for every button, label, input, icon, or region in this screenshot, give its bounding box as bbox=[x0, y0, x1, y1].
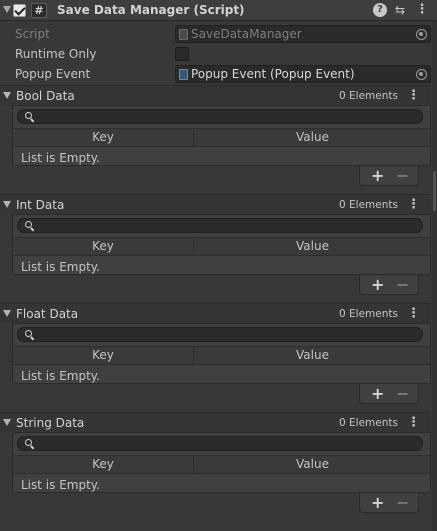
empty-list-text: List is Empty. bbox=[21, 478, 100, 492]
list-body: Key Value List is Empty. bbox=[12, 214, 431, 275]
column-header: Key Value bbox=[13, 455, 430, 474]
object-picker-icon[interactable] bbox=[416, 69, 427, 80]
key-column-header: Key bbox=[13, 348, 194, 365]
list-title: Bool Data bbox=[16, 89, 75, 103]
key-column-header: Key bbox=[13, 130, 194, 147]
popup-event-row: Popup Event Popup Event (Popup Event) bbox=[0, 64, 437, 84]
scrollbar-thumb[interactable] bbox=[433, 171, 436, 211]
script-field: SaveDataManager bbox=[175, 25, 431, 43]
fold-arrow-icon[interactable] bbox=[3, 92, 11, 99]
add-element-button[interactable]: + bbox=[371, 166, 384, 185]
list-title: Int Data bbox=[16, 198, 65, 212]
value-column-header: Value bbox=[296, 457, 329, 471]
fold-arrow-icon[interactable] bbox=[3, 201, 11, 208]
script-row: Script SaveDataManager bbox=[0, 24, 437, 44]
fold-arrow-icon[interactable] bbox=[3, 6, 11, 13]
list-header[interactable]: String Data 0 Elements ⋮ bbox=[0, 412, 431, 432]
list-footer: + − bbox=[359, 384, 419, 404]
script-file-icon bbox=[179, 29, 188, 40]
search-icon bbox=[25, 221, 32, 228]
kebab-menu-icon[interactable]: ⋮ bbox=[407, 306, 420, 321]
search-input[interactable] bbox=[17, 436, 423, 451]
column-header: Key Value bbox=[13, 237, 430, 256]
list-body: Key Value List is Empty. bbox=[12, 432, 431, 493]
value-column-header: Value bbox=[296, 348, 329, 362]
fold-arrow-icon[interactable] bbox=[3, 419, 11, 426]
remove-element-button[interactable]: − bbox=[396, 166, 409, 185]
fold-arrow-icon[interactable] bbox=[3, 310, 11, 317]
list-title: Float Data bbox=[16, 307, 79, 321]
element-count: 0 Elements bbox=[339, 417, 398, 429]
remove-element-button[interactable]: − bbox=[396, 275, 409, 294]
search-input[interactable] bbox=[17, 218, 423, 233]
element-count: 0 Elements bbox=[339, 199, 398, 211]
search-icon bbox=[25, 330, 32, 337]
runtime-only-checkbox[interactable] bbox=[175, 47, 189, 61]
column-header: Key Value bbox=[13, 346, 430, 365]
value-column-header: Value bbox=[296, 239, 329, 253]
runtime-only-label: Runtime Only bbox=[15, 47, 97, 61]
component-title: Save Data Manager (Script) bbox=[57, 3, 245, 17]
search-input[interactable] bbox=[17, 327, 423, 342]
search-icon bbox=[25, 439, 32, 446]
add-element-button[interactable]: + bbox=[371, 384, 384, 403]
remove-element-button[interactable]: − bbox=[396, 493, 409, 512]
popup-event-field[interactable]: Popup Event (Popup Event) bbox=[175, 65, 431, 83]
kebab-menu-icon[interactable]: ⋮ bbox=[415, 3, 429, 17]
list-header[interactable]: Bool Data 0 Elements ⋮ bbox=[0, 85, 431, 105]
kebab-menu-icon[interactable]: ⋮ bbox=[407, 88, 420, 103]
list-body: Key Value List is Empty. bbox=[12, 323, 431, 384]
list-footer: + − bbox=[359, 275, 419, 295]
kebab-menu-icon[interactable]: ⋮ bbox=[407, 415, 420, 430]
popup-event-label: Popup Event bbox=[15, 67, 91, 81]
runtime-only-row: Runtime Only bbox=[0, 44, 437, 64]
key-column-header: Key bbox=[13, 239, 194, 256]
component-enabled-checkbox[interactable] bbox=[13, 4, 26, 17]
popup-event-icon bbox=[179, 69, 188, 80]
list-title: String Data bbox=[16, 416, 85, 430]
add-element-button[interactable]: + bbox=[371, 275, 384, 294]
remove-element-button[interactable]: − bbox=[396, 384, 409, 403]
kebab-menu-icon[interactable]: ⋮ bbox=[407, 197, 420, 212]
popup-event-value: Popup Event (Popup Event) bbox=[191, 67, 355, 81]
element-count: 0 Elements bbox=[339, 308, 398, 320]
script-icon: # bbox=[31, 3, 47, 18]
component-header[interactable]: # Save Data Manager (Script) ? ⇆ ⋮ bbox=[0, 0, 437, 21]
preset-icon[interactable]: ⇆ bbox=[393, 3, 407, 17]
list-header[interactable]: Float Data 0 Elements ⋮ bbox=[0, 303, 431, 323]
help-icon[interactable]: ? bbox=[373, 3, 387, 17]
element-count: 0 Elements bbox=[339, 90, 398, 102]
list-footer: + − bbox=[359, 166, 419, 186]
search-icon bbox=[25, 112, 32, 119]
empty-list-text: List is Empty. bbox=[21, 151, 100, 165]
key-column-header: Key bbox=[13, 457, 194, 474]
add-element-button[interactable]: + bbox=[371, 493, 384, 512]
search-input[interactable] bbox=[17, 109, 423, 124]
list-body: Key Value List is Empty. bbox=[12, 105, 431, 166]
script-field-value: SaveDataManager bbox=[191, 27, 302, 41]
object-picker-icon bbox=[416, 29, 427, 40]
script-label: Script bbox=[15, 27, 50, 41]
inspector-scrollbar[interactable] bbox=[432, 21, 437, 531]
list-footer: + − bbox=[359, 493, 419, 513]
column-header: Key Value bbox=[13, 128, 430, 147]
value-column-header: Value bbox=[296, 130, 329, 144]
empty-list-text: List is Empty. bbox=[21, 260, 100, 274]
list-header[interactable]: Int Data 0 Elements ⋮ bbox=[0, 194, 431, 214]
empty-list-text: List is Empty. bbox=[21, 369, 100, 383]
